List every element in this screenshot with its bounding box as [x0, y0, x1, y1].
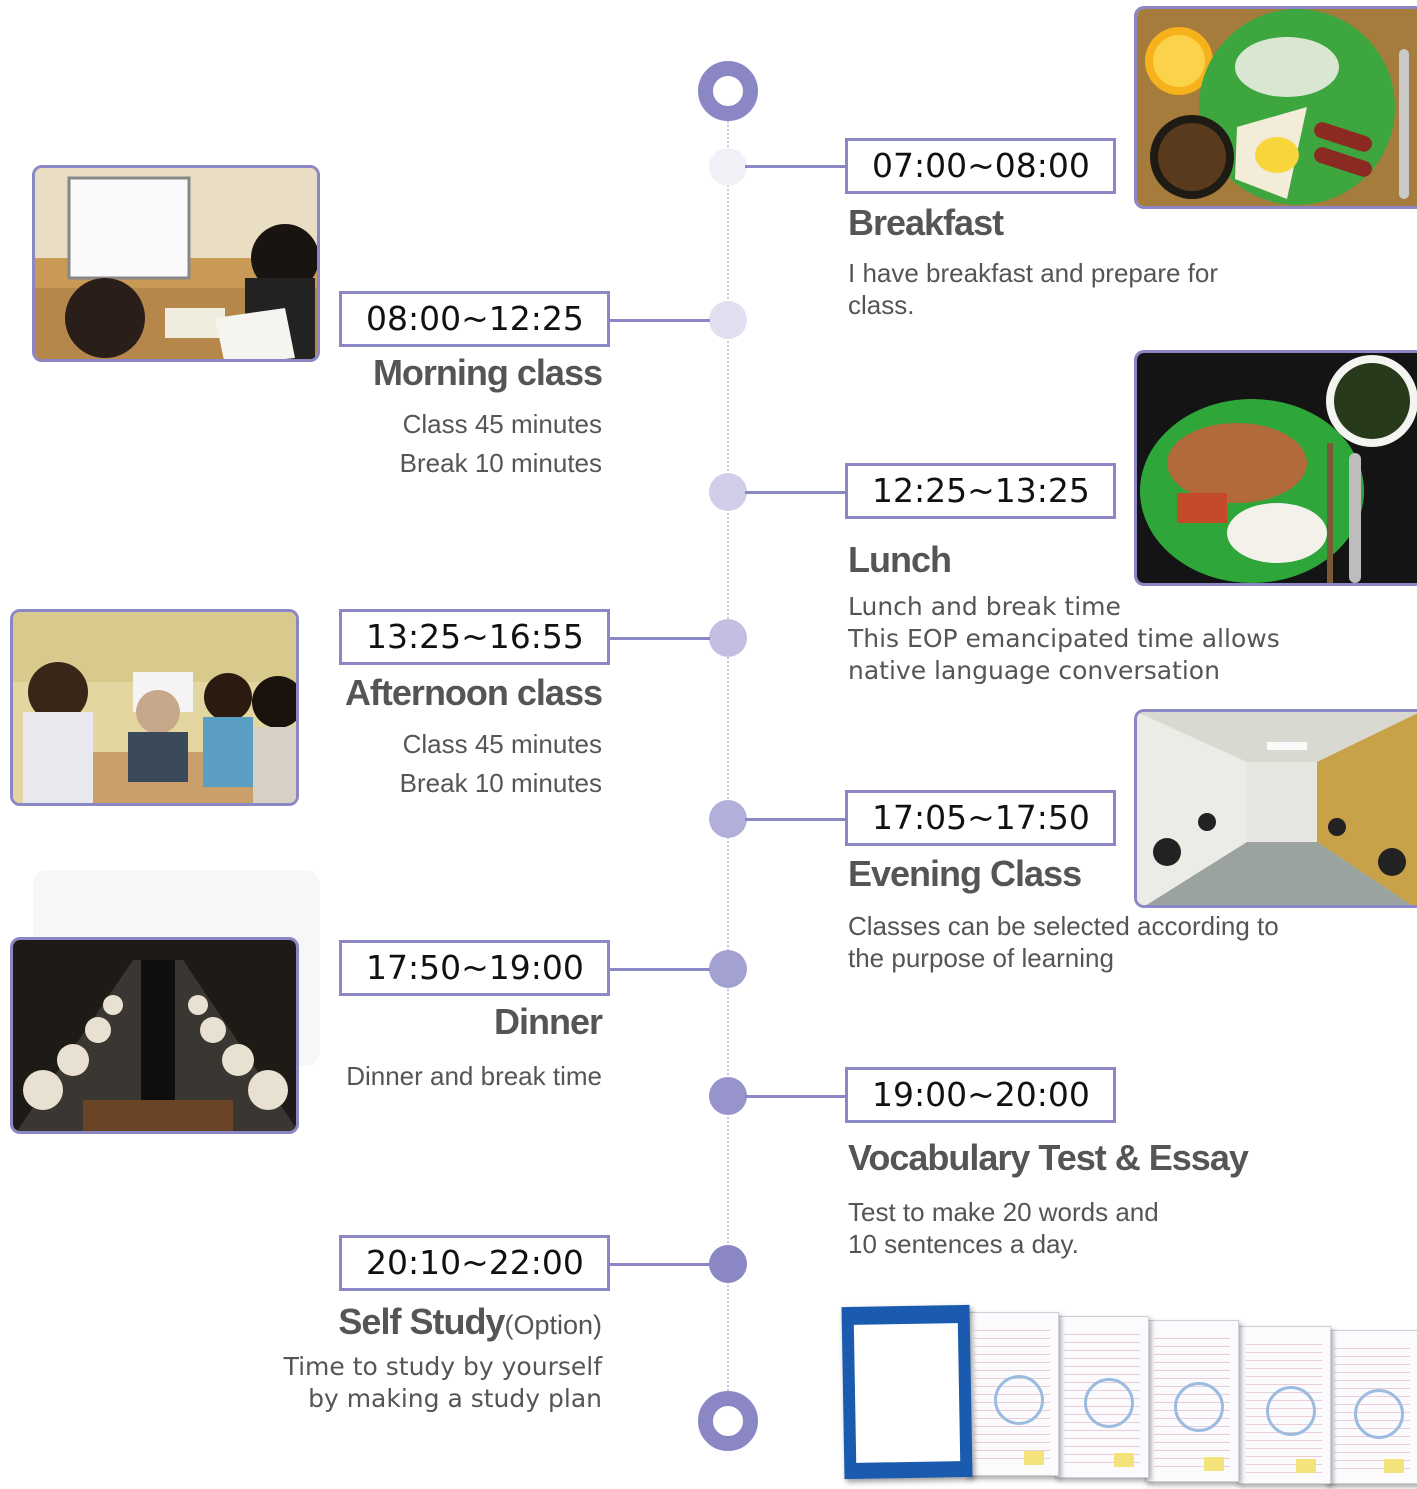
timeline-dot — [709, 1077, 747, 1115]
connector-line — [745, 818, 845, 821]
desc-afternoon-class: Class 45 minutes Break 10 minutes — [399, 729, 602, 798]
dinner-buffet-photo — [10, 937, 299, 1134]
classroom-whiteboard-photo — [32, 165, 320, 362]
connector-line — [745, 1095, 845, 1098]
time-box-morning-class: 08:00~12:25 — [339, 291, 610, 347]
essay-page — [1325, 1330, 1417, 1484]
desc-breakfast: I have breakfast and prepare for class. — [848, 258, 1219, 320]
desc-evening-class: Classes can be selected according to the… — [848, 911, 1279, 973]
time-box-breakfast: 07:00~08:00 — [845, 138, 1116, 194]
timeline-dot — [709, 950, 747, 988]
notebook-cover — [841, 1304, 973, 1480]
title-evening-class: Evening Class — [848, 853, 1082, 894]
time-box-lunch: 12:25~13:25 — [845, 463, 1116, 519]
time-box-vocabulary-test: 19:00~20:00 — [845, 1067, 1116, 1123]
connector-line — [608, 968, 710, 971]
timeline-dot — [709, 800, 747, 838]
time-box-afternoon-class: 13:25~16:55 — [339, 609, 610, 665]
title-self-study-text: Self Study — [338, 1301, 505, 1342]
connector-line — [745, 165, 845, 168]
title-dinner: Dinner — [493, 1001, 603, 1042]
connector-line — [745, 491, 845, 494]
desc-vocabulary-test: Test to make 20 words and 10 sentences a… — [848, 1197, 1159, 1259]
desc-self-study: Time to study by yourself by making a st… — [283, 1352, 602, 1413]
essay-page — [965, 1312, 1059, 1476]
timeline-dot — [709, 301, 747, 339]
title-morning-class: Morning class — [372, 352, 603, 393]
timeline-dot — [709, 1245, 747, 1283]
desc-morning-class: Class 45 minutes Break 10 minutes — [399, 409, 602, 478]
group-class-photo — [10, 609, 299, 806]
timeline-dot — [709, 619, 747, 657]
breakfast-tray-photo — [1134, 6, 1417, 209]
connector-line — [608, 1263, 710, 1266]
time-box-self-study: 20:10~22:00 — [339, 1235, 610, 1291]
essay-page — [1237, 1326, 1331, 1484]
essay-page — [1055, 1316, 1149, 1478]
time-box-evening-class: 17:05~17:50 — [845, 790, 1116, 846]
desc-dinner: Dinner and break time — [346, 1061, 602, 1091]
title-self-study: Self Study(Option) — [338, 1301, 602, 1343]
essay-page — [1145, 1320, 1239, 1482]
timeline-end-ring-icon — [698, 1391, 758, 1451]
title-vocabulary-test: Vocabulary Test & Essay — [848, 1137, 1249, 1178]
title-lunch: Lunch — [848, 539, 952, 580]
title-afternoon-class: Afternoon class — [344, 672, 603, 713]
timeline-dot — [709, 473, 747, 511]
time-box-dinner: 17:50~19:00 — [339, 940, 610, 996]
timeline-start-ring-icon — [698, 61, 758, 121]
study-hall-photo — [1134, 709, 1417, 908]
title-breakfast: Breakfast — [848, 202, 1004, 243]
connector-line — [608, 637, 710, 640]
title-self-study-suffix: (Option) — [504, 1310, 602, 1340]
lunch-plate-photo — [1134, 350, 1417, 586]
timeline-dot — [709, 148, 747, 186]
desc-lunch: Lunch and break time This EOP emancipate… — [848, 592, 1280, 685]
connector-line — [608, 319, 710, 322]
